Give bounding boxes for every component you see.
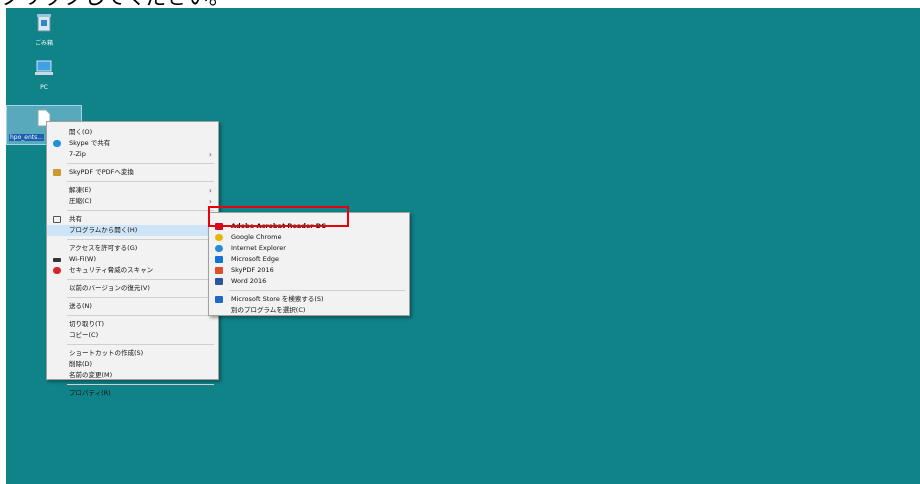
menu-item-rename[interactable]: 名前の変更(M) [47, 370, 218, 381]
separator [67, 163, 214, 164]
menu-item-skype-share[interactable]: Skype で共有 [47, 138, 218, 149]
separator [67, 297, 214, 298]
menu-item-delete[interactable]: 削除(D) [47, 359, 218, 370]
recycle-bin-icon [37, 14, 51, 32]
separator [67, 384, 214, 385]
menu-item-open[interactable]: 開く(O) [47, 127, 218, 138]
share-icon [53, 216, 61, 223]
menu-item-properties[interactable]: プロパティ(R) [47, 388, 218, 399]
menu-item-send-to[interactable]: 送る(N) › [47, 301, 218, 312]
separator [67, 315, 214, 316]
instruction-caption: クリックしてください。 [0, 0, 230, 8]
menu-item-extract[interactable]: 解凍(E) › [47, 185, 218, 196]
chevron-right-icon: › [208, 197, 212, 206]
submenu-item-choose-another[interactable]: 別のプログラムを選択(C) [209, 305, 409, 316]
menu-item-grant-access[interactable]: アクセスを許可する(G) › [47, 243, 218, 254]
desktop-icon-label: ごみ箱 [34, 40, 53, 47]
submenu-item-edge[interactable]: Microsoft Edge [209, 254, 409, 265]
submenu-item-chrome[interactable]: Google Chrome [209, 232, 409, 243]
context-menu: 開く(O) Skype で共有 7-Zip › SkyPDF でPDFへ変換 解… [46, 121, 219, 397]
wifi-icon [53, 258, 61, 262]
menu-item-cut[interactable]: 切り取り(T) [47, 319, 218, 330]
desktop-icon-recycle-bin[interactable]: ごみ箱 [24, 12, 64, 47]
word-icon [215, 278, 223, 285]
submenu-item-acrobat-reader[interactable]: Adobe Acrobat Reader DC [209, 221, 409, 232]
security-icon [53, 267, 61, 274]
submenu-item-internet-explorer[interactable]: Internet Explorer [209, 243, 409, 254]
edge-icon [215, 256, 223, 263]
separator [67, 344, 214, 345]
skypdf-icon [53, 169, 61, 176]
menu-item-7zip[interactable]: 7-Zip › [47, 149, 218, 160]
menu-item-security-scan[interactable]: セキュリティ脅威のスキャン [47, 265, 218, 276]
separator [67, 239, 214, 240]
separator [67, 279, 214, 280]
submenu-item-skypdf[interactable]: SkyPDF 2016 [209, 265, 409, 276]
chevron-right-icon: › [208, 186, 212, 195]
skypdf-icon [215, 267, 223, 274]
desktop: ごみ箱 PC hpo_ents... 開く(O) Skype で共有 7-Zip… [6, 8, 920, 484]
menu-item-compress[interactable]: 圧縮(C) › [47, 196, 218, 207]
desktop-icon-label: hpo_ents... [9, 134, 44, 141]
internet-explorer-icon [215, 245, 223, 252]
menu-item-wifi[interactable]: Wi-Fi(W) › [47, 254, 218, 265]
separator [67, 210, 214, 211]
chevron-right-icon: › [208, 150, 212, 159]
submenu-item-store-search[interactable]: Microsoft Store を検索する(S) [209, 294, 409, 305]
separator [67, 181, 214, 182]
menu-item-share[interactable]: 共有 [47, 214, 218, 225]
skype-icon [53, 140, 61, 147]
menu-item-copy[interactable]: コピー(C) [47, 330, 218, 341]
menu-item-skypdf-convert[interactable]: SkyPDF でPDFへ変換 [47, 167, 218, 178]
desktop-icon-pc[interactable]: PC [24, 60, 64, 91]
menu-item-create-shortcut[interactable]: ショートカットの作成(S) [47, 348, 218, 359]
submenu-item-word[interactable]: Word 2016 [209, 276, 409, 287]
separator [229, 290, 405, 291]
store-icon [215, 296, 223, 303]
menu-item-open-with[interactable]: プログラムから開く(H) › [47, 225, 218, 236]
menu-item-restore-versions[interactable]: 以前のバージョンの復元(V) [47, 283, 218, 294]
chrome-icon [215, 234, 223, 241]
desktop-icon-label: PC [40, 84, 48, 91]
open-with-submenu: Adobe Acrobat Reader DC Google Chrome In… [208, 212, 410, 316]
acrobat-icon [215, 223, 223, 230]
pc-icon [35, 60, 53, 75]
